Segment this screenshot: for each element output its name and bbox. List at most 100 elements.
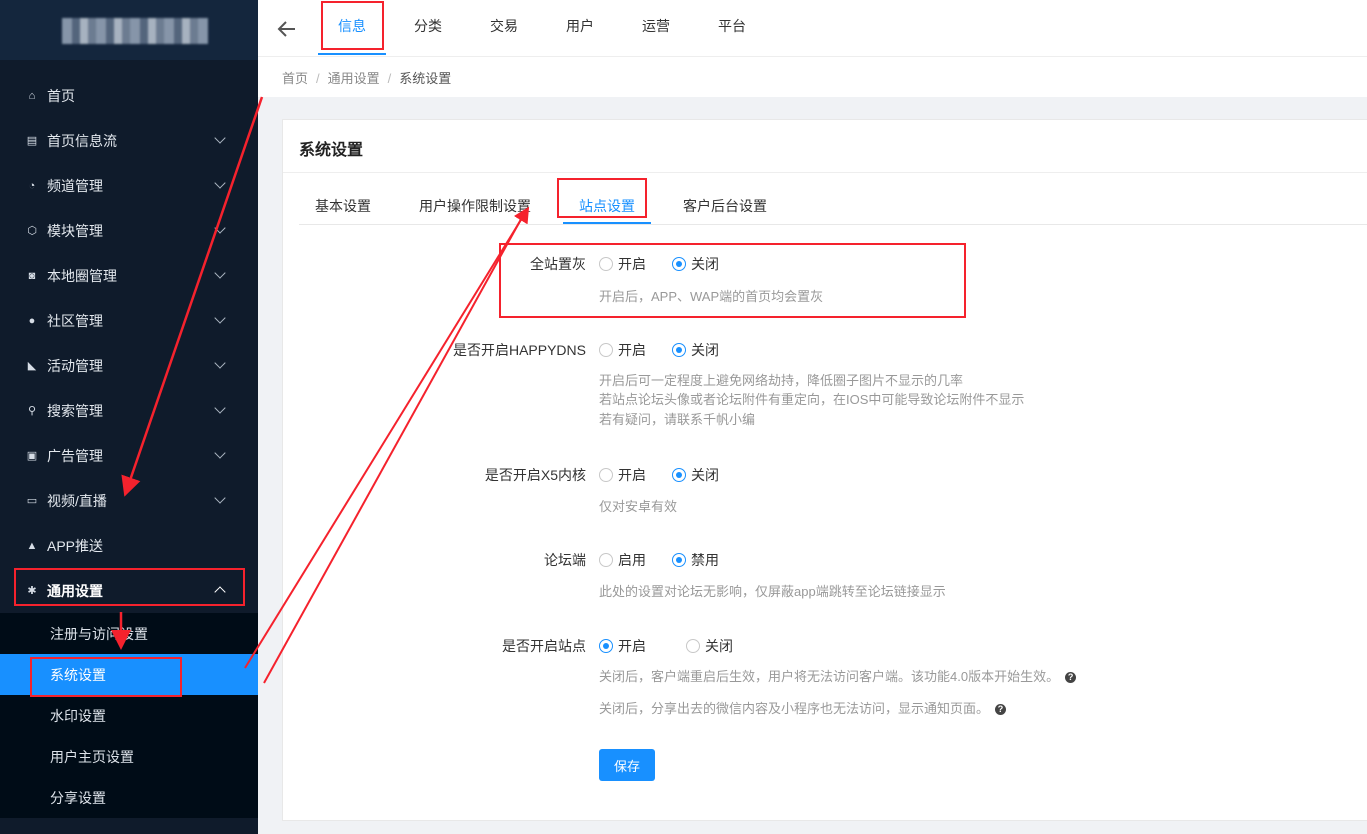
- field-hint: 此处的设置对论坛无影响，仅屏蔽app端跳转至论坛链接显示: [599, 584, 946, 599]
- help-icon[interactable]: ?: [995, 704, 1007, 715]
- radio-label: 开启: [618, 638, 646, 654]
- radio-option[interactable]: 关闭: [672, 254, 719, 274]
- chevron-down-icon: [214, 177, 226, 189]
- user-circle-icon: ●: [28, 314, 36, 327]
- sidebar-item-search[interactable]: ⚲ 搜索管理: [0, 388, 258, 433]
- tab-client-admin[interactable]: 客户后台设置: [667, 192, 783, 224]
- sidebar-item-local[interactable]: ◙ 本地圈管理: [0, 253, 258, 298]
- tab-user-limits[interactable]: 用户操作限制设置: [403, 192, 547, 224]
- radio-label: 开启: [618, 467, 646, 483]
- radio-circle[interactable]: [686, 639, 700, 653]
- gear-icon: ✱: [27, 585, 37, 597]
- radio-group-site: 开启 关闭: [599, 636, 759, 656]
- sidebar-item-push[interactable]: ▲ APP推送: [0, 523, 258, 568]
- radio-label: 关闭: [691, 467, 719, 483]
- radio-label: 禁用: [691, 552, 719, 568]
- field-hint: 仅对安卓有效: [599, 499, 678, 514]
- sidebar-item-general-settings[interactable]: ✱ 通用设置: [0, 568, 258, 613]
- field-hint: 关闭后，客户端重启后生效，用户将无法访问客户端。该功能4.0版本开始生效。?: [599, 667, 1077, 687]
- breadcrumb-current: 系统设置: [399, 71, 452, 86]
- sidebar-item-activity[interactable]: ◣ 活动管理: [0, 343, 258, 388]
- topnav-tab-trade[interactable]: 交易: [470, 0, 538, 55]
- sidebar-item-label: 活动管理: [47, 357, 103, 374]
- sidebar-menu: ⌂ 首页 ▤ 首页信息流 ◔ 频道管理 ⬡ 模块管理 ◙ 本地圈管理 ● 社区管…: [0, 60, 258, 613]
- radio-label: 启用: [618, 552, 646, 568]
- search-icon: ⚲: [27, 405, 37, 417]
- submenu-item-register[interactable]: 注册与访问设置: [0, 613, 258, 654]
- sidebar-item-label: 视频/直播: [47, 492, 107, 509]
- radio-option[interactable]: 开启: [599, 340, 646, 360]
- field-hint: 若有疑问，请联系千帆小编: [599, 412, 756, 427]
- radio-circle[interactable]: [599, 257, 613, 271]
- field-hint: 开启后可一定程度上避免网络劫持，降低圈子图片不显示的几率: [599, 373, 964, 388]
- field-label: 是否开启HAPPYDNS: [452, 342, 586, 358]
- chevron-down-icon: [214, 312, 226, 324]
- radio-option[interactable]: 启用: [599, 550, 646, 570]
- radio-option[interactable]: 开启: [599, 254, 646, 274]
- radio-option[interactable]: 开启: [599, 465, 646, 485]
- help-icon[interactable]: ?: [1065, 672, 1077, 683]
- radio-option[interactable]: 开启: [599, 636, 646, 656]
- sidebar-item-label: 首页信息流: [47, 132, 117, 149]
- radio-circle[interactable]: [672, 468, 686, 482]
- radio-circle[interactable]: [599, 553, 613, 567]
- sidebar-item-community[interactable]: ● 社区管理: [0, 298, 258, 343]
- sidebar-item-label: APP推送: [47, 537, 104, 554]
- sidebar-item-feed[interactable]: ▤ 首页信息流: [0, 118, 258, 163]
- settings-card: 系统设置 基本设置 用户操作限制设置 站点设置 客户后台设置 全站置灰 开启 关…: [282, 119, 1367, 821]
- topnav-tab-platform[interactable]: 平台: [698, 0, 766, 55]
- field-label: 是否开启X5内核: [484, 467, 586, 483]
- radio-circle[interactable]: [672, 553, 686, 567]
- radio-group-gray: 开启 关闭: [599, 254, 745, 274]
- sidebar-item-label: 广告管理: [47, 447, 103, 464]
- radio-option[interactable]: 关闭: [686, 636, 733, 656]
- camera-icon: ◙: [28, 269, 36, 282]
- sidebar-item-label: 模块管理: [47, 222, 103, 239]
- sidebar-item-channel[interactable]: ◔ 频道管理: [0, 163, 258, 208]
- sidebar-item-label: 频道管理: [47, 177, 103, 194]
- radio-option[interactable]: 关闭: [672, 465, 719, 485]
- radio-circle[interactable]: [599, 343, 613, 357]
- save-button[interactable]: 保存: [599, 749, 655, 781]
- cube-icon: ⬡: [27, 225, 37, 237]
- chevron-down-icon: [214, 402, 226, 414]
- hint-text: 关闭后，分享出去的微信内容及小程序也无法访问，显示通知页面。: [599, 701, 990, 716]
- chevron-down-icon: [214, 267, 226, 279]
- topnav-tab-user[interactable]: 用户: [546, 0, 614, 55]
- bell-icon: ▲: [26, 539, 38, 552]
- radio-circle[interactable]: [599, 468, 613, 482]
- breadcrumb-general[interactable]: 通用设置: [328, 71, 380, 86]
- topnav-tab-operation[interactable]: 运营: [622, 0, 690, 55]
- sidebar-item-ads[interactable]: ▣ 广告管理: [0, 433, 258, 478]
- tab-site[interactable]: 站点设置: [563, 192, 651, 224]
- breadcrumb-home[interactable]: 首页: [282, 71, 308, 86]
- radio-label: 开启: [618, 256, 646, 272]
- blurred-logo: [62, 18, 208, 44]
- radio-option[interactable]: 禁用: [672, 550, 719, 570]
- breadcrumb-bar: 首页 / 通用设置 / 系统设置: [258, 57, 1367, 97]
- topnav-tab-info[interactable]: 信息: [318, 0, 386, 55]
- radio-label: 开启: [618, 342, 646, 358]
- tab-basic[interactable]: 基本设置: [299, 192, 387, 224]
- breadcrumb-separator: /: [316, 71, 320, 86]
- submenu-item-homepage[interactable]: 用户主页设置: [0, 736, 258, 777]
- sidebar-item-home[interactable]: ⌂ 首页: [0, 73, 258, 118]
- video-icon: ▭: [26, 495, 38, 507]
- sidebar-item-video[interactable]: ▭ 视频/直播: [0, 478, 258, 523]
- general-settings-submenu: 注册与访问设置 系统设置 水印设置 用户主页设置 分享设置: [0, 613, 258, 818]
- back-arrow-icon[interactable]: [276, 18, 298, 40]
- field-hint: 关闭后，分享出去的微信内容及小程序也无法访问，显示通知页面。?: [599, 699, 1007, 719]
- submenu-item-share[interactable]: 分享设置: [0, 777, 258, 818]
- radio-circle[interactable]: [672, 343, 686, 357]
- feed-icon: ▤: [26, 135, 38, 147]
- sidebar-item-module[interactable]: ⬡ 模块管理: [0, 208, 258, 253]
- radio-option[interactable]: 关闭: [672, 340, 719, 360]
- submenu-item-watermark[interactable]: 水印设置: [0, 695, 258, 736]
- radio-circle[interactable]: [599, 639, 613, 653]
- top-nav-tabs: 信息 分类 交易 用户 运营 平台: [318, 0, 774, 55]
- topnav-tab-category[interactable]: 分类: [394, 0, 462, 55]
- radio-circle[interactable]: [672, 257, 686, 271]
- radio-label: 关闭: [691, 342, 719, 358]
- field-label: 论坛端: [544, 552, 586, 568]
- submenu-item-system[interactable]: 系统设置: [0, 654, 258, 695]
